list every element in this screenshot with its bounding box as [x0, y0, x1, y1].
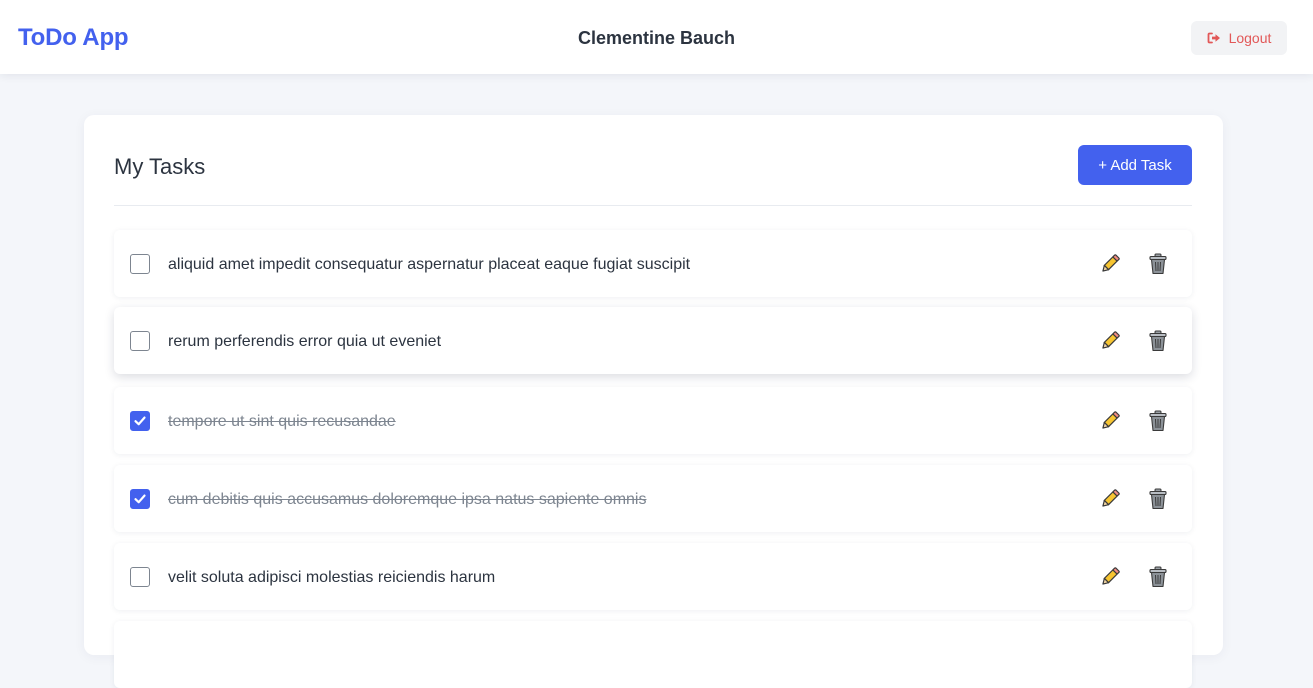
task-checkbox[interactable]: [130, 254, 150, 274]
task-item: tempore ut sint quis recusandae: [114, 387, 1192, 454]
username: Clementine Bauch: [577, 28, 736, 48]
task-text: aliquid amet impedit consequatur asperna…: [168, 256, 691, 273]
trash-icon[interactable]: [1146, 487, 1170, 511]
divider: [114, 205, 1192, 206]
task-text: cum debitis quis accusamus doloremque ip…: [168, 491, 647, 508]
tasks-card: My Tasks + Add Task aliquid amet impedit…: [84, 115, 1223, 688]
task-checkbox[interactable]: [130, 489, 150, 509]
task-item-partial: [114, 621, 1192, 688]
task-item: aliquid amet impedit consequatur asperna…: [114, 230, 1192, 297]
task-item: velit soluta adipisci molestias reiciend…: [114, 543, 1192, 610]
trash-icon[interactable]: [1146, 565, 1170, 589]
navbar: ToDo App Clementine Bauch Logout: [0, 0, 1313, 74]
task-checkbox[interactable]: [130, 567, 150, 587]
pencil-icon[interactable]: [1098, 565, 1122, 589]
logout-button[interactable]: Logout: [1191, 21, 1287, 55]
page-title: My Tasks: [114, 154, 206, 179]
pencil-icon[interactable]: [1098, 252, 1122, 276]
task-item: rerum perferendis error quia ut eveniet: [114, 307, 1192, 374]
task-checkbox[interactable]: [130, 411, 150, 431]
pencil-icon[interactable]: [1098, 329, 1122, 353]
trash-icon[interactable]: [1146, 252, 1170, 276]
task-text: rerum perferendis error quia ut eveniet: [168, 333, 442, 350]
add-task-button[interactable]: + Add Task: [1078, 145, 1192, 185]
pencil-icon[interactable]: [1098, 409, 1122, 433]
task-text: tempore ut sint quis recusandae: [168, 413, 396, 430]
trash-icon[interactable]: [1146, 329, 1170, 353]
task-checkbox[interactable]: [130, 331, 150, 351]
task-item: cum debitis quis accusamus doloremque ip…: [114, 465, 1192, 532]
logout-label: Logout: [1228, 30, 1272, 46]
trash-icon[interactable]: [1146, 409, 1170, 433]
sign-out-icon: [1207, 32, 1221, 44]
task-text: velit soluta adipisci molestias reiciend…: [168, 569, 496, 586]
pencil-icon[interactable]: [1098, 487, 1122, 511]
